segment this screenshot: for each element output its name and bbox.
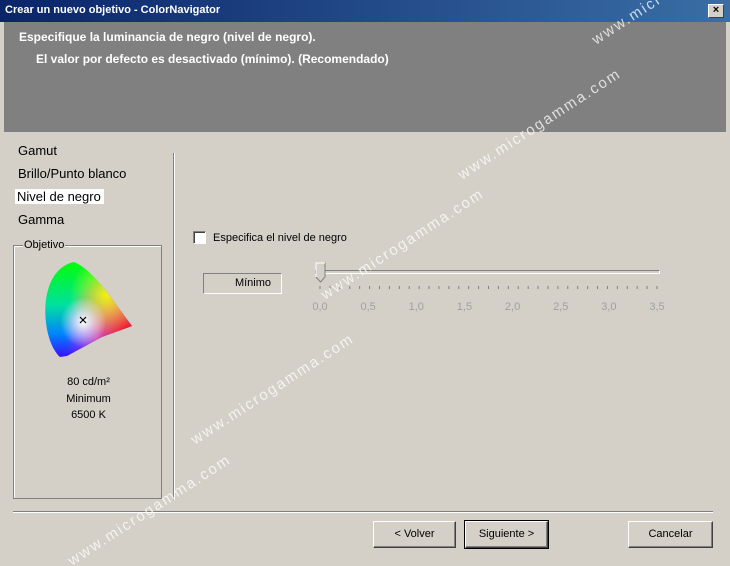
horizontal-divider	[13, 511, 713, 513]
svg-text:www.microgamma.com: www.microgamma.com	[187, 330, 357, 449]
black-level-checkbox[interactable]	[193, 231, 206, 244]
instruction-line-2: El valor por defecto es desactivado (mín…	[36, 52, 389, 66]
vertical-divider	[173, 153, 175, 500]
title-bar: Crear un nuevo objetivo - ColorNavigator…	[0, 0, 730, 22]
slider-tick-label: 2,5	[553, 301, 568, 313]
back-button[interactable]: < Volver	[373, 521, 456, 548]
black-level-checkbox-label[interactable]: Especifica el nivel de negro	[213, 232, 347, 244]
target-white-point: 6500 K	[71, 409, 106, 421]
slider-tick-label: 0,0	[313, 301, 328, 313]
slider-tick-label: 0,5	[360, 301, 375, 313]
cancel-button[interactable]: Cancelar	[628, 521, 713, 548]
target-luminance: 80 cd/m²	[67, 376, 110, 388]
slider-tick-label: 1,0	[409, 301, 424, 313]
target-group: Objetivo 80 cd/m² Minimum 6500 K	[13, 239, 162, 499]
step-gamma[interactable]: Gamma	[14, 211, 164, 234]
instruction-banner: Especifique la luminancia de negro (nive…	[4, 22, 726, 132]
black-level-checkbox-row[interactable]: Especifica el nivel de negro	[193, 231, 347, 244]
black-level-slider[interactable]: 0,0 0,5 1,0 1,5 2,0 2,5 3,0 3,5	[313, 262, 673, 322]
slider-scale: 0,0 0,5 1,0 1,5 2,0 2,5 3,0 3,5	[313, 286, 665, 313]
slider-tick-label: 1,5	[457, 301, 472, 313]
target-black-level: Minimum	[66, 393, 111, 405]
slider-tick-label: 3,5	[649, 301, 664, 313]
step-gamut[interactable]: Gamut	[14, 142, 164, 165]
instruction-line-1: Especifique la luminancia de negro (nive…	[19, 30, 316, 44]
window-title: Crear un nuevo objetivo - ColorNavigator	[5, 4, 221, 16]
slider-tick-label: 2,0	[505, 301, 520, 313]
target-group-legend: Objetivo	[23, 239, 66, 251]
slider-tick-label: 3,0	[601, 301, 616, 313]
step-brightness-whitepoint[interactable]: Brillo/Punto blanco	[14, 165, 164, 188]
close-button[interactable]: ×	[708, 4, 724, 18]
step-black-level[interactable]: Nivel de negro	[14, 188, 164, 211]
next-button[interactable]: Siguiente >	[464, 520, 549, 549]
chromaticity-gamut-diagram	[45, 262, 132, 357]
black-level-value: Mínimo	[203, 273, 282, 294]
wizard-steps: Gamut Brillo/Punto blanco Nivel de negro…	[14, 142, 164, 234]
